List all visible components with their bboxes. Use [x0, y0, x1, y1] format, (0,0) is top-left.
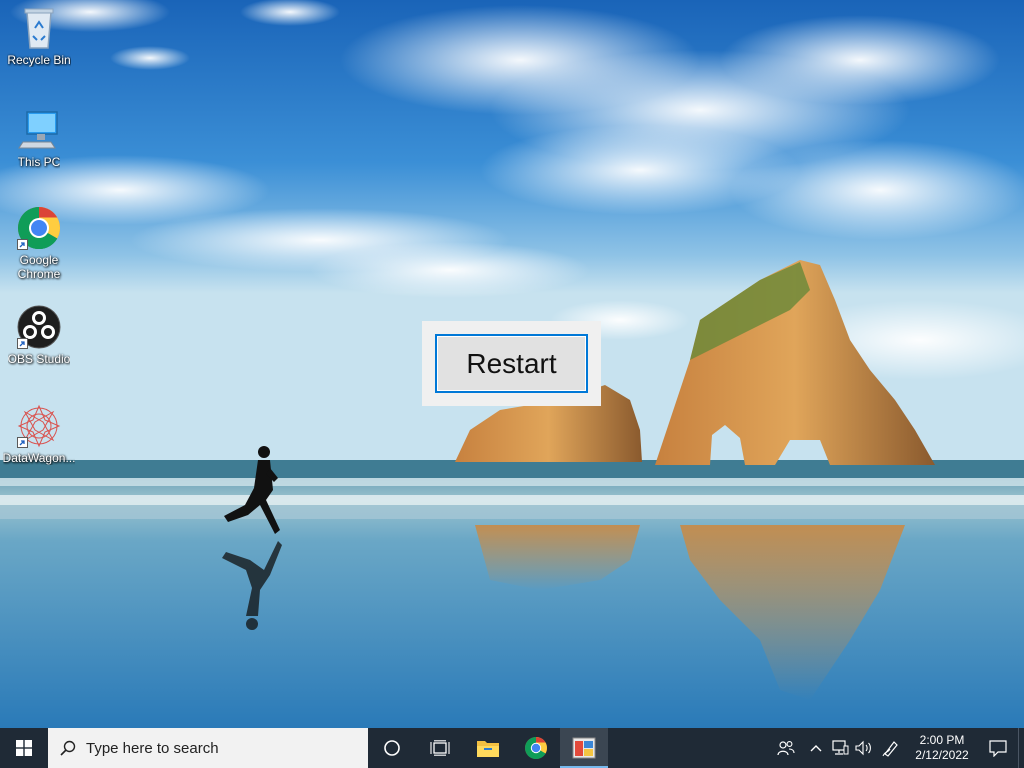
- people-icon: [777, 741, 795, 756]
- desktop-icon-label: OBS Studio: [7, 352, 71, 366]
- clock-date: 2/12/2022: [915, 748, 969, 762]
- active-app-icon: [572, 737, 596, 759]
- search-icon: [60, 740, 76, 756]
- show-hidden-icons-button[interactable]: [804, 728, 828, 768]
- task-view-icon: [430, 740, 450, 756]
- taskbar-clock[interactable]: 2:00 PM 2/12/2022: [906, 733, 978, 763]
- active-app-button[interactable]: [560, 728, 608, 768]
- desktop-icon-label: DataWagon...: [2, 451, 76, 465]
- datawagon-icon: [17, 404, 61, 448]
- system-tray: 2:00 PM 2/12/2022: [768, 728, 1024, 768]
- restart-button[interactable]: Restart: [435, 334, 588, 393]
- network-icon: [832, 740, 849, 755]
- action-center-button[interactable]: [978, 728, 1018, 768]
- desktop-icon-label: This PC: [17, 155, 61, 169]
- computer-icon: [17, 108, 61, 152]
- chrome-icon: [17, 206, 61, 250]
- datawagon-shortcut[interactable]: DataWagon...: [1, 404, 77, 465]
- chrome-icon: [525, 737, 547, 759]
- this-pc-shortcut[interactable]: This PC: [1, 108, 77, 169]
- file-explorer-button[interactable]: [464, 728, 512, 768]
- taskbar-search[interactable]: [48, 728, 368, 768]
- show-desktop-button[interactable]: [1018, 728, 1024, 768]
- obs-studio-shortcut[interactable]: OBS Studio: [1, 305, 77, 366]
- desktop-icon-label: Recycle Bin: [7, 53, 71, 67]
- google-chrome-shortcut[interactable]: Google Chrome: [1, 206, 77, 281]
- desktop-icon-label: Google Chrome: [17, 253, 61, 281]
- windows-logo-icon: [16, 740, 32, 756]
- cortana-button[interactable]: [368, 728, 416, 768]
- task-view-button[interactable]: [416, 728, 464, 768]
- people-button[interactable]: [768, 728, 804, 768]
- volume-button[interactable]: [852, 728, 876, 768]
- notification-icon: [989, 740, 1007, 757]
- search-input[interactable]: [86, 739, 346, 757]
- file-explorer-icon: [477, 741, 499, 757]
- recycle-bin-shortcut[interactable]: Recycle Bin: [1, 6, 77, 67]
- obs-icon: [17, 305, 61, 349]
- start-button[interactable]: [0, 728, 48, 768]
- shortcut-arrow-icon: [17, 338, 28, 349]
- restart-panel: Restart: [422, 321, 601, 406]
- volume-icon: [855, 740, 871, 756]
- shortcut-arrow-icon: [17, 437, 28, 448]
- cortana-icon: [384, 740, 400, 756]
- network-button[interactable]: [828, 728, 852, 768]
- shortcut-arrow-icon: [17, 239, 28, 250]
- clock-time: 2:00 PM: [919, 733, 965, 747]
- chrome-taskbar-button[interactable]: [512, 728, 560, 768]
- pen-workspace-button[interactable]: [876, 728, 906, 768]
- taskbar: 2:00 PM 2/12/2022: [0, 728, 1024, 768]
- recycle-bin-icon: [17, 6, 61, 50]
- pen-icon: [882, 741, 898, 757]
- chevron-up-icon: [810, 745, 822, 752]
